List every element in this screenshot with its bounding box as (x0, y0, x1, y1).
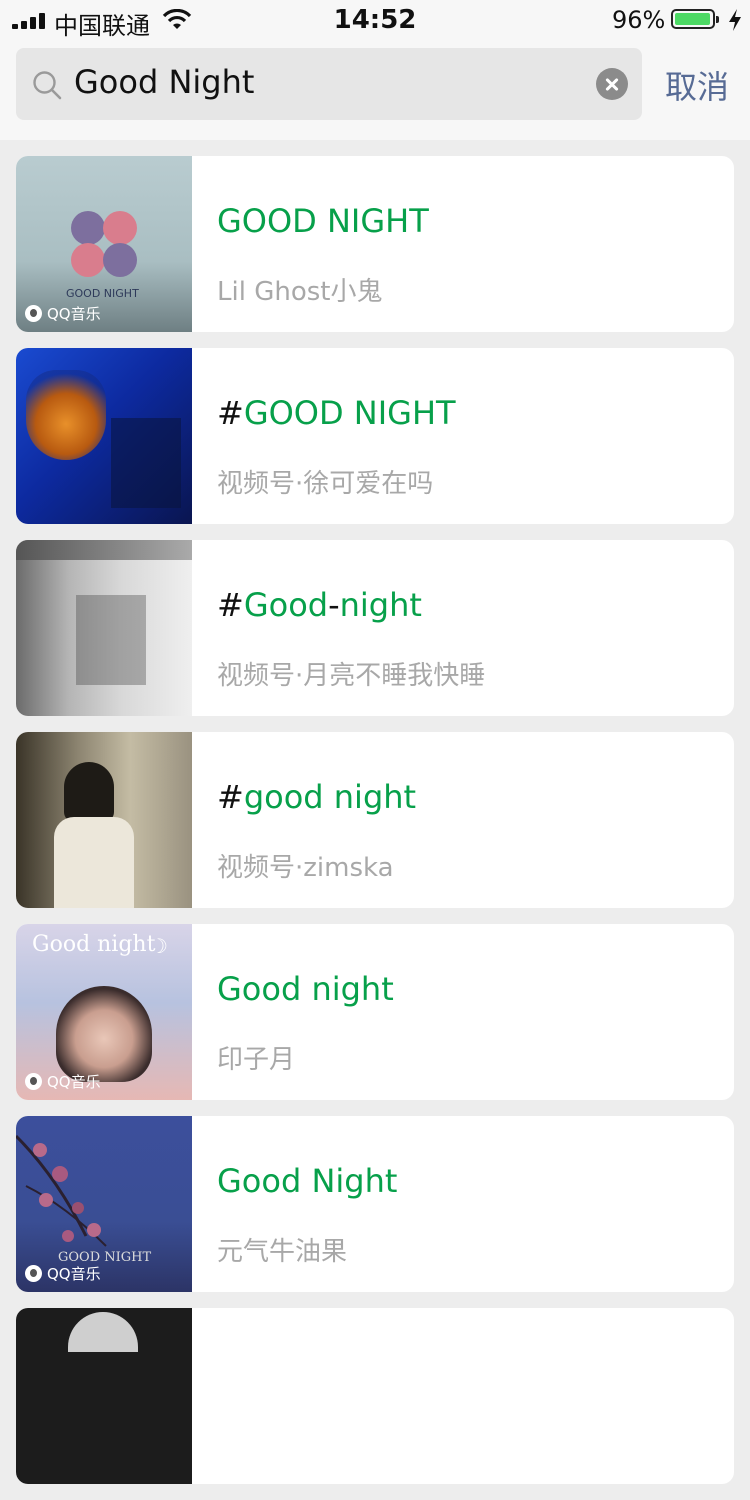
qq-music-icon (25, 305, 42, 322)
result-subtitle: 视频号·月亮不睡我快睡 (217, 661, 486, 691)
search-results-list: GOOD NIGHT QQ音乐 GOOD NIGHT Lil Ghost小鬼 #… (16, 156, 734, 1500)
qq-music-badge: QQ音乐 (25, 1263, 101, 1284)
portrait-shape (56, 986, 152, 1082)
cover-caption: GOOD NIGHT (66, 287, 139, 300)
result-title: #GOOD NIGHT (217, 394, 456, 432)
qq-music-badge: QQ音乐 (25, 303, 101, 324)
result-title: Good night (217, 970, 394, 1008)
result-subtitle: 元气牛油果 (217, 1237, 348, 1267)
result-title: #good night (217, 778, 417, 816)
cover-caption: Good night (32, 932, 156, 957)
video-thumbnail (16, 540, 192, 716)
list-item[interactable]: GOOD NIGHT QQ音乐 Good Night 元气牛油果 (16, 1116, 734, 1292)
result-title: #Good-night (217, 586, 422, 624)
qq-music-icon (25, 1073, 42, 1090)
album-cover: GOOD NIGHT QQ音乐 (16, 1116, 192, 1292)
search-input[interactable]: Good Night (74, 63, 254, 101)
list-item[interactable]: #Good-night 视频号·月亮不睡我快睡 (16, 540, 734, 716)
search-icon (33, 71, 62, 100)
result-title: GOOD NIGHT (217, 202, 429, 240)
person-hair (64, 762, 114, 822)
screen-shape (111, 418, 181, 508)
result-subtitle: 视频号·徐可爱在吗 (217, 469, 434, 499)
album-cover: GOOD NIGHT QQ音乐 (16, 156, 192, 332)
list-item[interactable]: #good night 视频号·zimska (16, 732, 734, 908)
result-subtitle: 印子月 (217, 1045, 296, 1075)
clear-search-icon[interactable] (596, 68, 628, 100)
glass-shape (26, 370, 106, 460)
search-header: Good Night 取消 (0, 40, 750, 140)
result-subtitle: 视频号·zimska (217, 853, 394, 883)
video-thumbnail (16, 348, 192, 524)
qq-music-badge: QQ音乐 (25, 1071, 101, 1092)
person-body (54, 817, 134, 908)
moon-icon: ☽ (150, 934, 168, 958)
list-item[interactable]: Good night ☽ QQ音乐 Good night 印子月 (16, 924, 734, 1100)
video-thumbnail (16, 732, 192, 908)
result-title: Good Night (217, 1162, 398, 1200)
battery-icon (671, 9, 719, 29)
result-subtitle: Lil Ghost小鬼 (217, 277, 383, 307)
qq-music-icon (25, 1265, 42, 1282)
figures-shape (76, 595, 146, 685)
album-cover: Good night ☽ QQ音乐 (16, 924, 192, 1100)
list-item[interactable]: GOOD NIGHT QQ音乐 GOOD NIGHT Lil Ghost小鬼 (16, 156, 734, 332)
status-bar: 中国联通 14:52 96% (0, 0, 750, 40)
list-item[interactable]: #GOOD NIGHT 视频号·徐可爱在吗 (16, 348, 734, 524)
album-cover (16, 1308, 192, 1484)
search-bar[interactable]: Good Night (16, 48, 642, 120)
charging-bolt-icon (729, 9, 741, 31)
list-item[interactable] (16, 1308, 734, 1484)
battery-percent: 96% (612, 6, 666, 34)
cancel-button[interactable]: 取消 (665, 62, 729, 108)
